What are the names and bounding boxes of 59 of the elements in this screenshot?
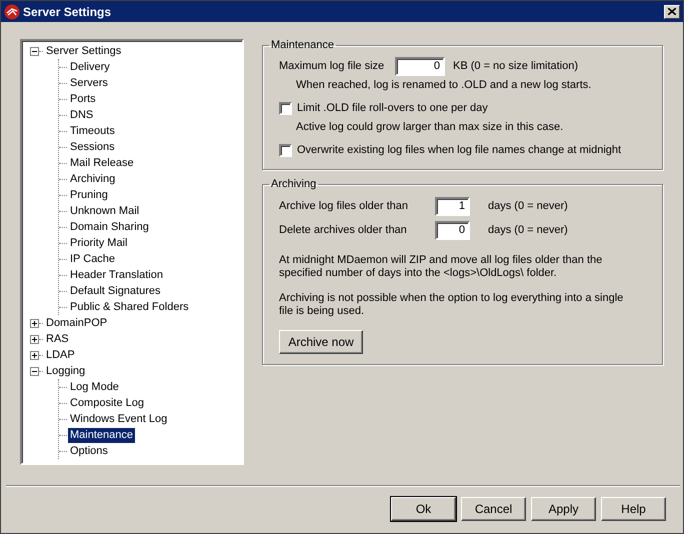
close-button[interactable] — [664, 4, 680, 18]
info-text: Archiving is not possible when the option to log everything into a single file is being used. — [279, 292, 624, 318]
tree-item[interactable]: Maintenance — [68, 428, 135, 442]
note-text: When reached, log is renamed to .OLD and a new log starts. — [295, 78, 592, 93]
collapse-icon[interactable] — [30, 366, 39, 376]
checkbox-label: Limit .OLD file roll-overs to one per day — [297, 102, 488, 114]
collapse-icon[interactable] — [30, 46, 39, 56]
unit-label: days (0 = never) — [488, 200, 568, 212]
dialog-button[interactable]: Ok — [391, 497, 456, 521]
dialog-button[interactable]: Cancel — [461, 497, 526, 521]
tree-item[interactable]: Default Signatures — [68, 284, 162, 298]
expand-icon[interactable] — [30, 318, 39, 328]
tree-item[interactable]: Pruning — [68, 188, 110, 202]
info-text: At midnight MDaemon will ZIP and move all log files older than the specified number of days into the <logs>\OldLogs\ folder. — [279, 254, 604, 280]
tree-item[interactable]: Servers — [68, 76, 110, 90]
days-field[interactable]: 0 — [435, 220, 470, 240]
tree-item[interactable]: Windows Event Log — [68, 412, 170, 426]
group-title: Maintenance — [270, 39, 335, 51]
tree-item[interactable]: LDAP — [44, 348, 77, 362]
tree-item[interactable]: Log Mode — [68, 380, 121, 394]
group-title: Archiving — [270, 178, 318, 190]
tree-item[interactable]: Unknown Mail — [68, 204, 142, 218]
tree-item[interactable]: Options — [68, 444, 110, 458]
tree-item[interactable]: RAS — [44, 332, 71, 346]
expand-icon[interactable] — [30, 350, 39, 360]
days-field[interactable]: 1 — [435, 196, 470, 216]
tree-item[interactable]: Logging — [44, 364, 88, 378]
expand-icon[interactable] — [30, 334, 39, 344]
unit-label: days (0 = never) — [488, 224, 568, 236]
tree-item[interactable]: Archiving — [68, 172, 118, 186]
tree-item[interactable]: Sessions — [68, 140, 117, 154]
tree-item[interactable]: IP Cache — [68, 252, 118, 266]
dialog-button[interactable]: Help — [601, 497, 666, 521]
tree-item[interactable]: Composite Log — [68, 396, 146, 410]
tree-item[interactable]: DomainPOP — [44, 316, 110, 330]
unit-label: KB (0 = no size limitation) — [453, 60, 578, 72]
tree-item[interactable]: Public & Shared Folders — [68, 300, 191, 314]
field-label: Delete archives older than — [279, 224, 408, 236]
field-label: Maximum log file size — [279, 60, 386, 72]
tree-item[interactable]: Priority Mail — [68, 236, 130, 250]
checkbox[interactable] — [279, 102, 292, 114]
window-title: Server Settings — [23, 4, 112, 18]
max-size-field[interactable]: 0 — [395, 56, 445, 76]
tree-item[interactable]: Delivery — [68, 60, 112, 74]
tree-item[interactable]: Mail Release — [68, 156, 136, 170]
tree-item[interactable]: Header Translation — [68, 268, 165, 282]
close-icon — [668, 8, 676, 15]
tree-item[interactable]: Server Settings — [44, 44, 124, 58]
tree-item[interactable]: Timeouts — [68, 124, 117, 138]
field-label: Archive log files older than — [279, 200, 410, 212]
app-icon — [4, 4, 20, 20]
checkbox-label: Overwrite existing log files when log file names change at midnight — [297, 144, 622, 156]
tree-item[interactable]: Domain Sharing — [68, 220, 151, 234]
note-text: Active log could grow larger than max size in this case. — [295, 120, 564, 135]
tree-item[interactable]: DNS — [68, 108, 96, 122]
checkbox[interactable] — [279, 144, 292, 156]
tree-item[interactable]: Ports — [68, 92, 98, 106]
archive-now-button[interactable]: Archive now — [279, 330, 363, 354]
dialog-button[interactable]: Apply — [531, 497, 596, 521]
